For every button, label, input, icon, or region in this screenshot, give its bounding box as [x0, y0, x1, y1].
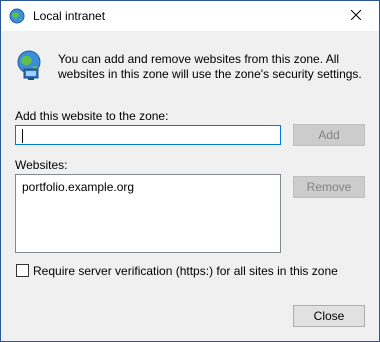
- require-verification-label[interactable]: Require server verification (https:) for…: [33, 264, 338, 278]
- websites-list[interactable]: portfolio.example.org: [15, 174, 281, 253]
- globe-icon: [9, 8, 25, 24]
- website-input[interactable]: [15, 125, 281, 145]
- list-item[interactable]: portfolio.example.org: [22, 180, 134, 194]
- intro-description: You can add and remove websites from thi…: [58, 52, 362, 81]
- close-button[interactable]: Close: [293, 305, 365, 327]
- remove-button[interactable]: Remove: [293, 176, 365, 198]
- close-icon: [350, 9, 362, 23]
- intranet-globe-icon: [15, 49, 47, 81]
- text-caret: [22, 129, 23, 143]
- window-close-button[interactable]: [333, 1, 379, 31]
- websites-label: Websites:: [15, 158, 68, 172]
- require-verification-checkbox[interactable]: [16, 264, 29, 277]
- window-title: Local intranet: [33, 9, 106, 23]
- dialog-window: Local intranet You can add and remove we…: [0, 0, 380, 342]
- title-bar[interactable]: Local intranet: [1, 1, 379, 31]
- add-website-label: Add this website to the zone:: [15, 109, 169, 123]
- add-button[interactable]: Add: [293, 124, 365, 146]
